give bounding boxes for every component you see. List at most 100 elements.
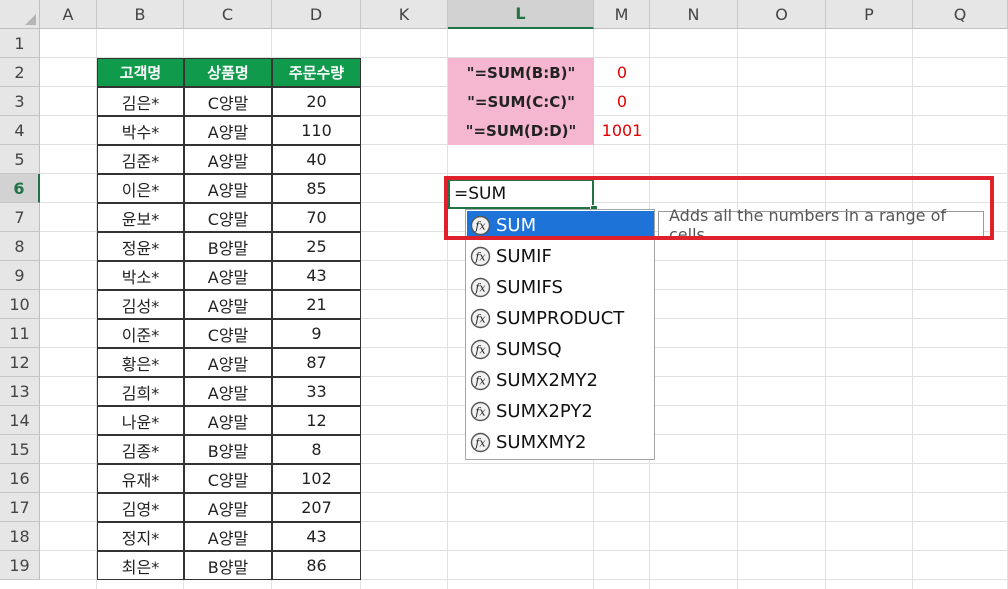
function-fx-icon: fx: [470, 432, 491, 453]
column-header-b[interactable]: B: [97, 0, 184, 29]
table-cell[interactable]: A양말: [184, 290, 272, 319]
row-header-13[interactable]: 13: [0, 377, 40, 406]
row-header-4[interactable]: 4: [0, 116, 40, 145]
formula-result-cell[interactable]: 0: [594, 87, 650, 116]
table-cell[interactable]: 김성*: [97, 290, 184, 319]
table-cell[interactable]: 윤보*: [97, 203, 184, 232]
table-cell[interactable]: 정지*: [97, 522, 184, 551]
table-cell[interactable]: 8: [272, 435, 361, 464]
table-cell[interactable]: 70: [272, 203, 361, 232]
autocomplete-item-sumx2my2[interactable]: fx SUMX2MY2: [467, 366, 654, 395]
row-header-7[interactable]: 7: [0, 203, 40, 232]
table-cell[interactable]: A양말: [184, 145, 272, 174]
autocomplete-item-sumif[interactable]: fx SUMIF: [467, 242, 654, 271]
table-cell[interactable]: 102: [272, 464, 361, 493]
table-cell[interactable]: 정윤*: [97, 232, 184, 261]
autocomplete-item-sumsq[interactable]: fx SUMSQ: [467, 335, 654, 364]
column-header-d[interactable]: D: [272, 0, 361, 29]
row-header-8[interactable]: 8: [0, 232, 40, 261]
table-cell[interactable]: 85: [272, 174, 361, 203]
table-cell[interactable]: 43: [272, 522, 361, 551]
row-header-6[interactable]: 6: [0, 174, 40, 203]
row-header-5[interactable]: 5: [0, 145, 40, 174]
table-cell[interactable]: 21: [272, 290, 361, 319]
column-header-m[interactable]: M: [594, 0, 650, 29]
row-header-16[interactable]: 16: [0, 464, 40, 493]
autocomplete-item-sumifs[interactable]: fx SUMIFS: [467, 273, 654, 302]
row-header-1[interactable]: 1: [0, 29, 40, 58]
table-cell[interactable]: A양말: [184, 522, 272, 551]
table-cell[interactable]: 110: [272, 116, 361, 145]
row-header-12[interactable]: 12: [0, 348, 40, 377]
column-header-l[interactable]: L: [448, 0, 594, 29]
svg-text:fx: fx: [474, 437, 486, 450]
svg-text:fx: fx: [474, 375, 486, 388]
formula-result-cell[interactable]: 1001: [594, 116, 650, 145]
row-header-19[interactable]: 19: [0, 551, 40, 580]
column-header-q[interactable]: Q: [913, 0, 1008, 29]
row-header-17[interactable]: 17: [0, 493, 40, 522]
table-cell[interactable]: 43: [272, 261, 361, 290]
table-cell[interactable]: B양말: [184, 232, 272, 261]
row-header-11[interactable]: 11: [0, 319, 40, 348]
table-cell[interactable]: 김준*: [97, 145, 184, 174]
row-header-14[interactable]: 14: [0, 406, 40, 435]
table-cell[interactable]: C양말: [184, 203, 272, 232]
table-cell[interactable]: A양말: [184, 116, 272, 145]
formula-result-cell[interactable]: 0: [594, 58, 650, 87]
row-header-10[interactable]: 10: [0, 290, 40, 319]
table-cell[interactable]: A양말: [184, 348, 272, 377]
table-cell[interactable]: 87: [272, 348, 361, 377]
formula-label-cell[interactable]: "=SUM(D:D)": [448, 116, 594, 145]
table-cell[interactable]: 20: [272, 87, 361, 116]
table-cell[interactable]: 33: [272, 377, 361, 406]
row-header-2[interactable]: 2: [0, 58, 40, 87]
highlight-annotation-box: [444, 176, 994, 240]
row-header-18[interactable]: 18: [0, 522, 40, 551]
table-cell[interactable]: 9: [272, 319, 361, 348]
table-cell[interactable]: C양말: [184, 464, 272, 493]
table-cell[interactable]: A양말: [184, 377, 272, 406]
autocomplete-item-sumx2py2[interactable]: fx SUMX2PY2: [467, 397, 654, 426]
table-cell[interactable]: 최은*: [97, 551, 184, 580]
table-cell[interactable]: 25: [272, 232, 361, 261]
table-cell[interactable]: 이은*: [97, 174, 184, 203]
column-header-o[interactable]: O: [738, 0, 826, 29]
table-cell[interactable]: 김희*: [97, 377, 184, 406]
autocomplete-item-sumxmy2[interactable]: fx SUMXMY2: [467, 428, 654, 457]
table-cell[interactable]: 김은*: [97, 87, 184, 116]
function-fx-icon: fx: [470, 308, 491, 329]
column-header-n[interactable]: N: [650, 0, 738, 29]
table-cell[interactable]: 40: [272, 145, 361, 174]
formula-label-cell[interactable]: "=SUM(C:C)": [448, 87, 594, 116]
column-header-c[interactable]: C: [184, 0, 272, 29]
table-cell[interactable]: 박소*: [97, 261, 184, 290]
table-cell[interactable]: 12: [272, 406, 361, 435]
table-cell[interactable]: 김종*: [97, 435, 184, 464]
table-cell[interactable]: B양말: [184, 551, 272, 580]
column-header-p[interactable]: P: [826, 0, 913, 29]
column-header-k[interactable]: K: [361, 0, 448, 29]
formula-label-cell[interactable]: "=SUM(B:B)": [448, 58, 594, 87]
table-cell[interactable]: 나윤*: [97, 406, 184, 435]
row-header-3[interactable]: 3: [0, 87, 40, 116]
table-cell[interactable]: 이준*: [97, 319, 184, 348]
table-cell[interactable]: B양말: [184, 435, 272, 464]
row-header-9[interactable]: 9: [0, 261, 40, 290]
table-cell[interactable]: 207: [272, 493, 361, 522]
table-cell[interactable]: A양말: [184, 261, 272, 290]
table-cell[interactable]: A양말: [184, 174, 272, 203]
table-cell[interactable]: A양말: [184, 493, 272, 522]
table-cell[interactable]: C양말: [184, 87, 272, 116]
table-cell[interactable]: A양말: [184, 406, 272, 435]
table-cell[interactable]: 유재*: [97, 464, 184, 493]
row-header-15[interactable]: 15: [0, 435, 40, 464]
table-cell[interactable]: C양말: [184, 319, 272, 348]
column-header-a[interactable]: A: [40, 0, 97, 29]
select-all-corner[interactable]: [0, 0, 40, 29]
table-cell[interactable]: 황은*: [97, 348, 184, 377]
table-cell[interactable]: 박수*: [97, 116, 184, 145]
table-cell[interactable]: 86: [272, 551, 361, 580]
table-cell[interactable]: 김영*: [97, 493, 184, 522]
autocomplete-item-sumproduct[interactable]: fx SUMPRODUCT: [467, 304, 654, 333]
